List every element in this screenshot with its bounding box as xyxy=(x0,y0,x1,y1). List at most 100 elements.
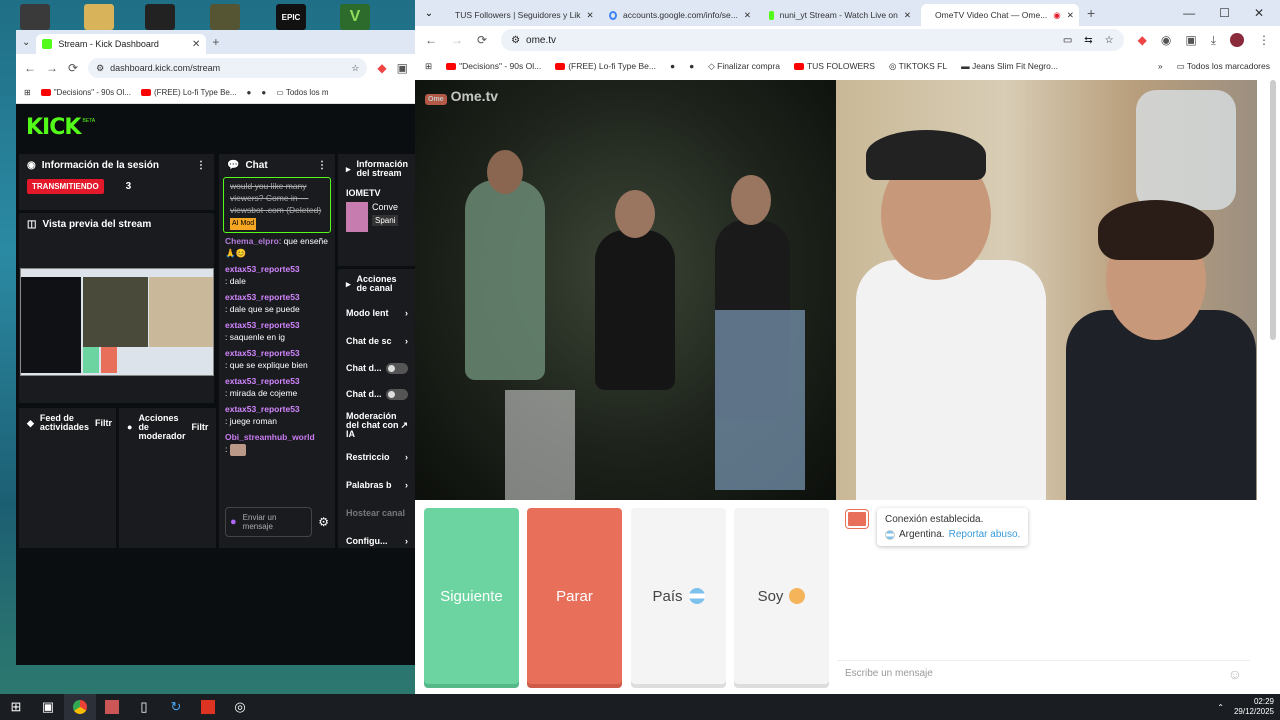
filter-button[interactable]: Filtr xyxy=(191,423,208,432)
chat-message[interactable]: extax53_reporte53: mirada de cojeme xyxy=(219,373,335,401)
filter-button[interactable]: Filtr xyxy=(95,418,112,428)
reload-icon[interactable]: ⟳ xyxy=(68,61,78,75)
tray-expand-icon[interactable]: ⌃ xyxy=(1217,703,1224,712)
download-icon[interactable]: ⤓ xyxy=(1211,33,1216,48)
site-info-icon[interactable]: ⚙ xyxy=(511,35,520,46)
menu-icon[interactable]: ⋮ xyxy=(1258,33,1270,47)
chat-message[interactable]: extax53_reporte53: juege roman xyxy=(219,401,335,429)
chat-message[interactable]: extax53_reporte53: dale que se puede xyxy=(219,289,335,317)
tab-ometv[interactable]: OmeTV Video Chat — Ome... ◉ ✕ xyxy=(921,4,1079,26)
desktop-icon-3[interactable] xyxy=(145,4,175,30)
extension-icon[interactable]: ◆ xyxy=(377,61,386,75)
more-icon[interactable]: ⋮ xyxy=(196,160,206,171)
toggle-switch[interactable] xyxy=(386,388,408,400)
extension-icon-2[interactable]: ◉ xyxy=(1161,33,1171,47)
tab-list-icon[interactable]: ⌄ xyxy=(419,8,439,19)
chat-message[interactable]: extax53_reporte53: saquenle en ig xyxy=(219,317,335,345)
tab-kick-dashboard[interactable]: Stream - Kick Dashboard ✕ xyxy=(36,34,207,54)
more-icon[interactable]: ⋮ xyxy=(317,160,327,171)
globe-icon[interactable]: ● xyxy=(689,61,694,71)
ai-moderation-item[interactable]: Moderación del chat con IA ↗ xyxy=(338,407,416,443)
apps-icon[interactable]: ⊞ xyxy=(425,61,432,72)
apps-icon[interactable]: ⊞ xyxy=(24,88,31,97)
desktop-icon-4[interactable] xyxy=(210,4,240,30)
bookmark-item[interactable]: "Decisions" - 90s Ol... xyxy=(40,88,131,97)
extension-icon[interactable]: ◆ xyxy=(1138,33,1147,47)
bookmark-item[interactable]: ▬ Jeans Slim Fit Negro... xyxy=(961,61,1058,71)
task-view-icon[interactable]: ▣ xyxy=(32,694,64,720)
globe-icon[interactable]: ● xyxy=(670,61,675,71)
stop-button[interactable]: Parar xyxy=(527,508,622,684)
translate-icon[interactable]: ⇆ xyxy=(1084,35,1092,46)
minimize-icon[interactable]: — xyxy=(1183,6,1195,20)
desktop-icon-1[interactable] xyxy=(20,4,50,30)
settings-item[interactable]: Configu... › xyxy=(338,527,416,555)
bookmark-item[interactable]: TUS FOLOWERS xyxy=(793,61,875,71)
host-channel-item[interactable]: Hostear canal xyxy=(338,499,416,527)
profile-avatar[interactable] xyxy=(1230,33,1244,47)
toggle-switch[interactable] xyxy=(386,362,408,374)
chat-message[interactable]: Obi_streamhub_world: xyxy=(219,429,335,458)
clock-date[interactable]: 29/12/2025 xyxy=(1234,707,1274,717)
bookmark-item[interactable]: (FREE) Lo-fi Type Be... xyxy=(140,88,237,97)
new-tab-icon[interactable]: + xyxy=(212,35,219,49)
bookmark-item[interactable]: ▭ Todos los m xyxy=(276,88,328,97)
chat-message[interactable]: extax53_reporte53: dale xyxy=(219,261,335,289)
more-bookmarks-icon[interactable]: » xyxy=(1158,61,1163,71)
close-tab-icon[interactable]: ✕ xyxy=(744,10,751,21)
gender-button[interactable]: Soy xyxy=(734,508,829,684)
new-tab-icon[interactable]: + xyxy=(1081,5,1101,21)
maximize-icon[interactable]: ☐ xyxy=(1219,6,1230,20)
bookmark-item[interactable]: ◇ Finalizar compra xyxy=(708,61,780,72)
chat-input[interactable]: ● Enviar un mensaje xyxy=(225,507,313,537)
report-abuse-link[interactable]: Reportar abuso. xyxy=(949,527,1021,542)
start-icon[interactable]: ⊞ xyxy=(0,694,32,720)
reload-icon[interactable]: ⟳ xyxy=(477,33,487,47)
bookmark-item[interactable]: "Decisions" - 90s Ol... xyxy=(446,61,541,71)
chat-message-deleted[interactable]: would you like many viewers? Come in — v… xyxy=(223,177,331,233)
forward-icon[interactable]: → xyxy=(46,61,58,75)
tab-tus-followers[interactable]: TUS Followers | Seguidores y Lik ✕ xyxy=(441,4,599,26)
puzzle-icon[interactable]: ▣ xyxy=(1185,33,1196,47)
star-icon[interactable]: ☆ xyxy=(1105,35,1114,46)
tab-google-accounts[interactable]: accounts.google.com/info/se... ✕ xyxy=(601,4,759,26)
tab-kick-stream[interactable]: nuni_yt Stream - Watch Live on ✕ xyxy=(761,4,919,26)
kick-logo[interactable]: KICK xyxy=(26,115,81,140)
desktop-icon-2[interactable] xyxy=(84,4,114,30)
url-field[interactable]: ⚙ dashboard.kick.com/stream ☆ xyxy=(88,58,368,78)
close-window-icon[interactable]: ✕ xyxy=(1254,6,1264,20)
globe-icon[interactable]: ● xyxy=(261,88,266,97)
epic-games-icon[interactable]: EPIC xyxy=(276,4,306,30)
close-tab-icon[interactable]: ✕ xyxy=(192,39,200,50)
chat-toggle-1[interactable]: Chat d... xyxy=(338,355,416,381)
all-bookmarks[interactable]: ▭ Todos los marcadores xyxy=(1177,61,1270,72)
chrome-icon[interactable] xyxy=(64,694,96,720)
url-field[interactable]: ⚙ ome.tv ▭ ⇆ ☆ xyxy=(501,29,1124,51)
app-icon-2[interactable] xyxy=(192,694,224,720)
gta-icon[interactable]: V xyxy=(340,4,370,30)
bookmark-item[interactable]: (FREE) Lo-fi Type Be... xyxy=(555,61,656,71)
close-tab-icon[interactable]: ✕ xyxy=(904,10,911,21)
back-icon[interactable]: ← xyxy=(425,33,437,47)
mic-icon[interactable]: ● xyxy=(230,516,237,528)
forward-icon[interactable]: → xyxy=(451,33,463,47)
chat-toggle-2[interactable]: Chat d... xyxy=(338,381,416,407)
preview-thumbnail[interactable] xyxy=(20,268,214,376)
app-icon-1[interactable] xyxy=(96,694,128,720)
banned-words-item[interactable]: Palabras b › xyxy=(338,471,416,499)
puzzle-icon[interactable]: ▣ xyxy=(397,61,408,75)
message-input[interactable]: Escribe un mensaje ☺ xyxy=(837,660,1250,686)
back-icon[interactable]: ← xyxy=(24,61,36,75)
globe-icon[interactable]: ● xyxy=(247,88,252,97)
settings-icon[interactable]: ⚙ xyxy=(318,515,329,529)
cast-icon[interactable]: ▭ xyxy=(1063,35,1072,46)
close-tab-icon[interactable]: ✕ xyxy=(1067,10,1074,21)
slow-mode-item[interactable]: Modo lent › xyxy=(338,299,416,327)
scrollbar[interactable] xyxy=(1270,80,1276,340)
bookmark-item[interactable]: ◎ TIKTOKS FL xyxy=(889,61,947,72)
restrictions-item[interactable]: Restriccio › xyxy=(338,443,416,471)
next-button[interactable]: Siguiente xyxy=(424,508,519,684)
star-icon[interactable]: ☆ xyxy=(351,63,359,74)
obs-icon[interactable]: ◎ xyxy=(224,694,256,720)
subscriber-chat-item[interactable]: Chat de sc › xyxy=(338,327,416,355)
